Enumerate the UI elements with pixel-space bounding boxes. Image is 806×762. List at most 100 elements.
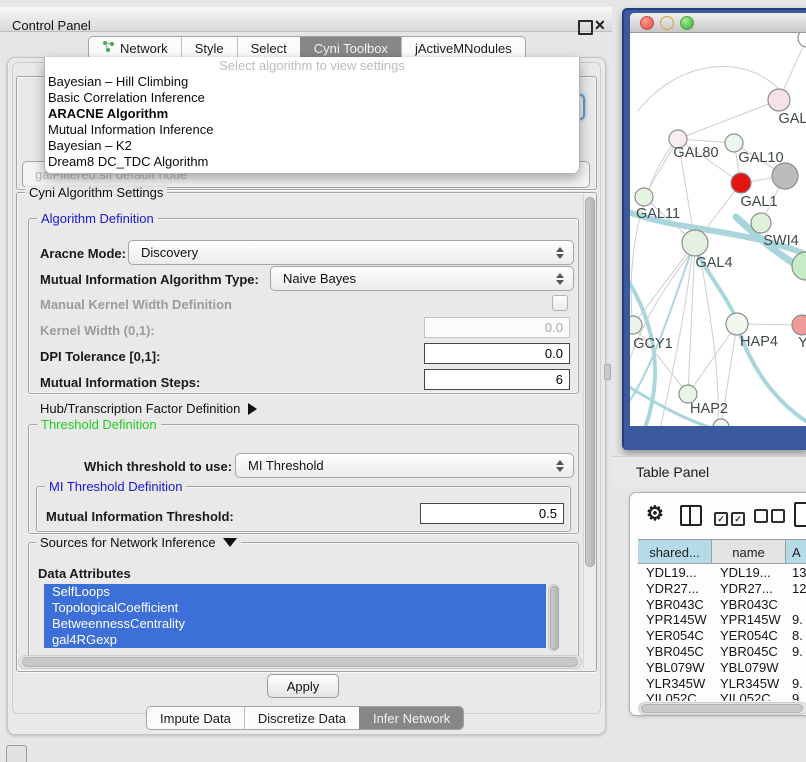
network-graph: GALGAL80GAL10GAL1GAL11GAL4SWI4HAP4YGCY1H… (630, 33, 806, 426)
network-edge[interactable] (638, 67, 779, 111)
network-node[interactable] (792, 252, 806, 280)
float-window-icon[interactable] (578, 20, 593, 35)
algorithm-option[interactable]: Dream8 DC_TDC Algorithm (45, 154, 579, 170)
control-panel-titlebar: Control Panel ✕ (0, 7, 612, 32)
table-row[interactable]: YDR27...YDR27...12 (638, 581, 806, 597)
hub-definition-toggle[interactable]: Hub/Transcription Factor Definition (40, 401, 257, 416)
tab-select[interactable]: Select (237, 37, 300, 59)
split-columns-icon[interactable] (680, 505, 702, 526)
table-cell: YIL052C (638, 691, 712, 701)
tab-style[interactable]: Style (181, 37, 237, 59)
settings-vscrollbar[interactable] (583, 194, 596, 668)
table-cell: 13 (786, 565, 806, 581)
table-cell: YBR045C (638, 644, 712, 660)
table-column-header[interactable]: shared... (638, 539, 712, 564)
tab-cyni-toolbox[interactable]: Cyni Toolbox (300, 37, 401, 59)
select-all-checkboxes-icon[interactable]: ✓✓ (714, 509, 748, 527)
table-row[interactable]: YPR145WYPR145W9. (638, 612, 806, 628)
table-hscrollbar[interactable] (638, 702, 806, 715)
control-panel-title: Control Panel (12, 18, 91, 33)
gear-icon[interactable]: ⚙ (646, 501, 664, 526)
network-canvas[interactable]: GALGAL80GAL10GAL1GAL11GAL4SWI4HAP4YGCY1H… (630, 33, 806, 426)
tab-jactivemnodules[interactable]: jActiveMNodules (401, 37, 525, 59)
mutual-info-threshold-input[interactable] (420, 503, 564, 524)
data-attribute-item[interactable]: BetweennessCentrality (44, 616, 546, 632)
table-row[interactable]: YER054CYER054C8. (638, 628, 806, 644)
tab-infer-network[interactable]: Infer Network (359, 707, 463, 729)
network-node-label: GCY1 (633, 336, 673, 352)
network-node-y[interactable] (792, 315, 806, 335)
mi-algorithm-type-combo[interactable]: Naive Bayes (270, 266, 574, 291)
network-node-gcy1[interactable] (630, 316, 642, 334)
settings-hscrollbar[interactable] (18, 655, 582, 669)
data-attribute-item[interactable]: SelfLoops (44, 584, 546, 600)
table-column-header[interactable]: name (712, 539, 786, 564)
settings-hscrollbar-thumb[interactable] (22, 657, 578, 667)
tab-network[interactable]: Network (89, 37, 181, 59)
mi-algorithm-type-value: Naive Bayes (271, 271, 555, 286)
deselect-all-checkboxes-icon[interactable] (754, 509, 788, 528)
table-body: YDL19...YDL19...13YDR27...YDR27...12YBR0… (638, 565, 806, 701)
network-node[interactable] (713, 419, 729, 426)
mac-close-icon[interactable] (640, 16, 654, 30)
mac-minimize-icon[interactable] (660, 16, 674, 30)
network-node[interactable] (772, 163, 798, 189)
network-node-label: HAP4 (740, 334, 778, 350)
network-edge[interactable] (631, 145, 672, 317)
network-node-hap4[interactable] (726, 313, 748, 335)
dpi-tolerance-input[interactable] (424, 343, 570, 364)
which-threshold-combo[interactable]: MI Threshold (235, 453, 574, 478)
table-row[interactable]: YBR043CYBR043C (638, 597, 806, 613)
table-cell: YLR345W (712, 676, 786, 692)
tab-impute-data[interactable]: Impute Data (147, 707, 244, 729)
table-cell: YDR27... (712, 581, 786, 597)
close-icon[interactable]: ✕ (594, 17, 606, 34)
table-row[interactable]: YBL079WYBL079W (638, 660, 806, 676)
tab-discretize-data[interactable]: Discretize Data (244, 707, 359, 729)
mi-steps-input[interactable] (424, 369, 570, 390)
network-icon (102, 40, 115, 56)
algorithm-option[interactable]: Bayesian – Hill Climbing (45, 74, 579, 90)
apply-button[interactable]: Apply (267, 674, 339, 698)
algorithm-option[interactable]: Bayesian – K2 (45, 138, 579, 154)
algorithm-definition-title: Algorithm Definition (37, 211, 158, 226)
sources-toggle[interactable]: Sources for Network Inference (36, 535, 241, 550)
table-cell: YBL079W (638, 660, 712, 676)
network-node-label: GAL11 (636, 206, 680, 222)
data-attribute-item[interactable]: gal4RGexp (44, 632, 546, 648)
settings-vscrollbar-thumb[interactable] (585, 197, 595, 567)
network-edge[interactable] (678, 100, 779, 139)
algorithm-option[interactable]: Basic Correlation Inference (45, 90, 579, 106)
kernel-width-input (424, 317, 570, 338)
table-column-header[interactable]: A (786, 539, 806, 564)
algorithm-option[interactable]: ARACNE Algorithm (45, 106, 579, 122)
panel-splitter-handle[interactable] (604, 364, 611, 380)
data-attributes-list[interactable]: SelfLoopsTopologicalCoefficientBetweenne… (44, 584, 546, 651)
network-node[interactable] (798, 33, 806, 47)
table-row[interactable]: YLR345WYLR345W9. (638, 676, 806, 692)
mi-algorithm-type-label: Mutual Information Algorithm Type: (40, 272, 259, 287)
attributes-vscrollbar[interactable] (548, 584, 559, 651)
manual-kernel-checkbox[interactable] (552, 295, 568, 311)
attributes-vscrollbar-thumb[interactable] (550, 586, 559, 650)
network-edge[interactable] (688, 243, 695, 394)
network-node-gal11[interactable] (635, 188, 653, 206)
algorithm-option[interactable]: Mutual Information Inference (45, 122, 579, 138)
network-node-label: SWI4 (763, 233, 798, 249)
network-window-titlebar[interactable] (630, 13, 806, 33)
export-table-icon[interactable] (794, 502, 806, 527)
network-node-swi4[interactable] (751, 213, 771, 233)
aracne-mode-combo[interactable]: Discovery (128, 240, 574, 265)
minimized-panel-icon[interactable] (6, 745, 27, 762)
mac-zoom-icon[interactable] (680, 16, 694, 30)
network-node-gal4[interactable] (682, 230, 708, 256)
threshold-definition-title: Threshold Definition (37, 417, 161, 432)
network-edge[interactable] (633, 243, 695, 325)
network-node-gal[interactable] (768, 89, 790, 111)
table-row[interactable]: YDL19...YDL19...13 (638, 565, 806, 581)
table-row[interactable]: YIL052CYIL052C9. (638, 691, 806, 701)
data-attribute-item[interactable]: TopologicalCoefficient (44, 600, 546, 616)
table-row[interactable]: YBR045CYBR045C9. (638, 644, 806, 660)
network-node-gal1[interactable] (731, 173, 751, 193)
table-hscrollbar-thumb[interactable] (641, 704, 803, 713)
